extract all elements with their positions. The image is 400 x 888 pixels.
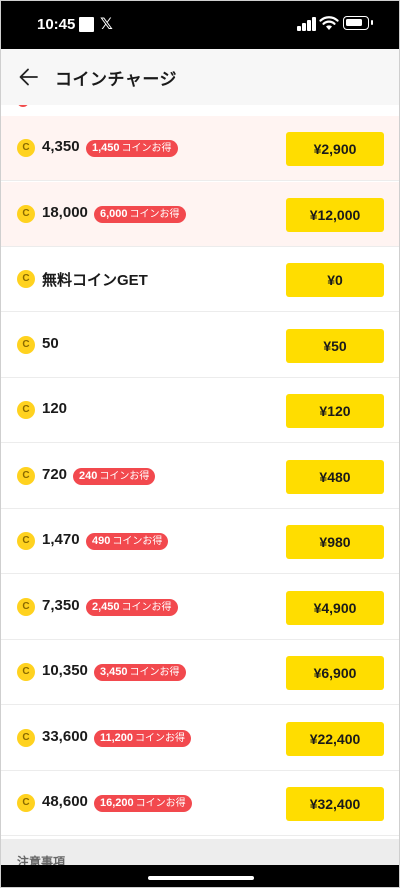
app-frame: 10:45 𝕏 コインチャージ C 4,350 1,450 コインお得 ¥2,900 C 1… xyxy=(0,0,400,888)
coin-icon: C xyxy=(17,597,35,616)
coin-package-row: C 18,000 6,000 コインお得 ¥12,000 xyxy=(1,181,399,247)
coin-icon: C xyxy=(17,401,35,419)
coin-package-row: C 10,350 3,450 コインお得 ¥6,900 xyxy=(1,640,399,705)
coin-package-row: C 50 ¥50 xyxy=(1,312,399,378)
bonus-suffix: コインお得 xyxy=(121,601,172,613)
coin-amount: 48,600 xyxy=(42,793,88,810)
bonus-amount: 11,200 xyxy=(100,731,134,744)
bonus-badge: 240 コインお得 xyxy=(73,467,156,485)
coin-package-row: C 無料コインGET ¥0 xyxy=(1,247,399,312)
bonus-suffix: コインお得 xyxy=(129,667,180,678)
price-button[interactable]: ¥4,900 xyxy=(286,590,384,625)
coin-package-row: C 4,350 1,450 コインお得 ¥2,900 xyxy=(1,116,399,181)
x-app-icon: 𝕏 xyxy=(100,14,113,33)
status-bar: 10:45 𝕏 xyxy=(1,1,399,49)
coin-package-row: C 48,600 16,200 コインお得 ¥32,400 xyxy=(1,771,399,836)
bonus-suffix: コインお得 xyxy=(99,470,150,482)
bonus-badge: 16,200 コインお得 xyxy=(94,795,192,812)
bonus-badge: 490 コインお得 xyxy=(86,533,169,550)
page-title: コインチャージ xyxy=(55,70,177,90)
coin-icon: C xyxy=(17,663,35,681)
price-button[interactable]: ¥480 xyxy=(286,459,384,494)
cellular-signal-icon xyxy=(297,17,317,31)
battery-icon xyxy=(343,16,373,30)
coin-amount: 1,470 xyxy=(42,531,80,548)
price-button[interactable]: ¥6,900 xyxy=(286,656,384,690)
bonus-amount: 3,450 xyxy=(100,666,128,678)
bonus-amount: 2,450 xyxy=(92,600,120,613)
coin-amount: 18,000 xyxy=(42,203,88,221)
price-button[interactable]: ¥120 xyxy=(286,394,384,428)
coin-package-list: C 4,350 1,450 コインお得 ¥2,900 C 18,000 6,000 コインお得 ¥… xyxy=(1,105,399,839)
bonus-amount: 6,000 xyxy=(100,207,128,220)
coin-amount: 720 xyxy=(42,465,68,483)
coin-amount: 120 xyxy=(42,400,68,417)
coin-amount: 10,350 xyxy=(42,662,88,679)
section-label-partial xyxy=(17,105,137,109)
bonus-suffix: コインお得 xyxy=(121,143,172,154)
app-header: コインチャージ xyxy=(1,49,399,105)
notification-square-icon xyxy=(79,17,94,32)
coin-amount: 無料コインGET xyxy=(42,272,148,289)
system-nav-bar xyxy=(1,865,399,887)
coin-package-row: C 7,350 2,450 コインお得 ¥4,900 xyxy=(1,574,399,640)
bonus-badge: 3,450 コインお得 xyxy=(94,664,186,681)
bonus-amount: 1,450 xyxy=(92,142,120,154)
price-button[interactable]: ¥12,000 xyxy=(286,197,384,232)
price-button[interactable]: ¥0 xyxy=(286,263,384,297)
coin-icon: C xyxy=(17,270,35,288)
coin-icon: C xyxy=(17,204,35,223)
coin-package-row: C 1,470 490 コインお得 ¥980 xyxy=(1,509,399,574)
bonus-amount: 490 xyxy=(92,535,111,547)
bonus-amount: 16,200 xyxy=(100,797,134,809)
coin-icon: C xyxy=(17,794,35,812)
bonus-badge: 6,000 コインお得 xyxy=(94,205,186,223)
coin-icon: C xyxy=(17,139,35,157)
coin-amount: 4,350 xyxy=(42,138,80,155)
price-button[interactable]: ¥980 xyxy=(286,525,384,559)
coin-package-row: C 120 ¥120 xyxy=(1,378,399,443)
coin-amount: 50 xyxy=(42,334,59,352)
battery-level xyxy=(346,19,362,26)
bonus-suffix: コインお得 xyxy=(135,798,186,809)
arrow-left-icon[interactable] xyxy=(15,63,43,91)
coin-icon: C xyxy=(17,335,35,354)
wifi-icon xyxy=(319,16,339,30)
status-time: 10:45 xyxy=(37,16,76,33)
price-button[interactable]: ¥2,900 xyxy=(286,132,384,166)
coin-package-row: C 33,600 11,200 コインお得 ¥22,400 xyxy=(1,705,399,771)
coin-icon: C xyxy=(17,728,35,747)
coin-package-row: C 720 240 コインお得 ¥480 xyxy=(1,443,399,509)
bonus-amount: 240 xyxy=(79,469,98,482)
coin-icon: C xyxy=(17,466,35,485)
bonus-badge: 2,450 コインお得 xyxy=(86,598,178,616)
bonus-suffix: コインお得 xyxy=(112,536,163,547)
home-indicator[interactable] xyxy=(148,876,254,880)
bonus-suffix: コインお得 xyxy=(135,732,186,744)
bonus-badge: 1,450 コインお得 xyxy=(86,140,178,157)
price-button[interactable]: ¥50 xyxy=(286,328,384,363)
bonus-suffix: コインお得 xyxy=(129,208,180,220)
coin-icon: C xyxy=(17,532,35,550)
price-button[interactable]: ¥32,400 xyxy=(286,787,384,821)
price-button[interactable]: ¥22,400 xyxy=(286,721,384,756)
coin-amount: 33,600 xyxy=(42,727,88,745)
section-badge-icon xyxy=(17,105,29,107)
bonus-badge: 11,200 コインお得 xyxy=(94,729,192,747)
coin-amount: 7,350 xyxy=(42,596,80,614)
